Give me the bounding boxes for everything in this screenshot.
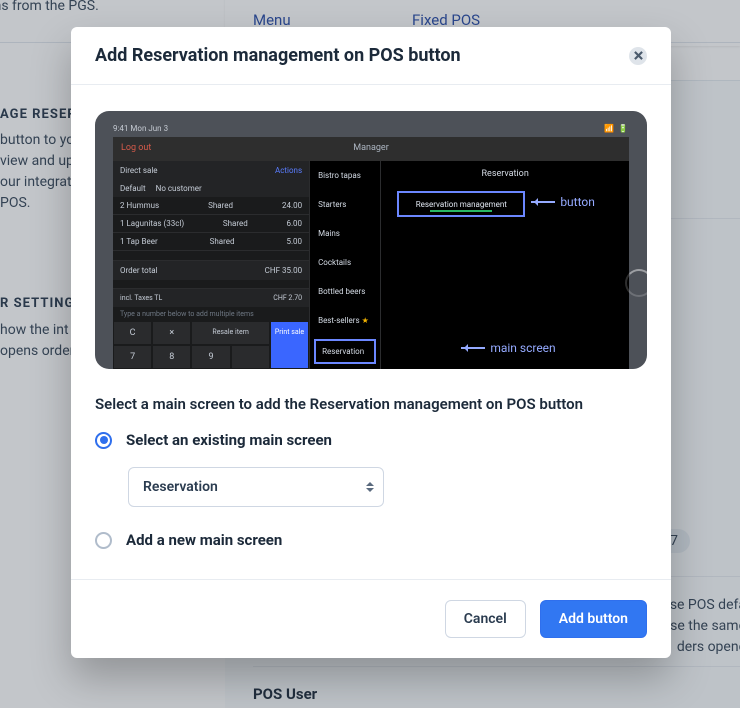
illus-label-button: button bbox=[531, 195, 595, 209]
illus-row-1: 2 Hummus bbox=[120, 201, 159, 210]
illus-pos-left: Direct sale Actions Default No customer 2 … bbox=[113, 161, 309, 369]
illus-manager: Manager bbox=[353, 143, 389, 153]
spinner-icon bbox=[625, 269, 647, 297]
illus-default: Default bbox=[120, 184, 146, 193]
pos-illustration: 9:41 Mon Jun 3 📶 🔋 Log out Manager Direc… bbox=[95, 111, 647, 369]
arrow-icon bbox=[461, 347, 485, 349]
mainscreen-select-value: Reservation bbox=[143, 479, 218, 495]
illus-actions: Actions bbox=[275, 166, 302, 175]
illus-selected-mainscreen: Reservation bbox=[314, 339, 376, 364]
illus-row-3: 1 Tap Beer bbox=[120, 237, 158, 246]
illus-pos-categories: Bistro tapas Starters Mains Cocktails Bo… bbox=[309, 161, 381, 369]
illus-time: 9:41 Mon Jun 3 bbox=[113, 124, 168, 133]
mainscreen-select[interactable]: Reservation bbox=[128, 467, 384, 507]
add-button[interactable]: Add button bbox=[540, 600, 647, 638]
modal-footer: Cancel Add button bbox=[71, 579, 671, 658]
illus-label-mainscreen: main screen bbox=[461, 341, 555, 355]
illus-logout: Log out bbox=[121, 143, 151, 153]
illus-screen-head: Reservation bbox=[381, 169, 629, 179]
illus-pos-right: Reservation Reservation management butto… bbox=[381, 161, 629, 369]
add-reservation-modal: Add Reservation management on POS button… bbox=[71, 27, 671, 658]
illus-note: Type a number below to add multiple item… bbox=[113, 307, 309, 321]
wifi-battery-icon: 📶 🔋 bbox=[604, 124, 629, 133]
mainscreen-select-wrap: Reservation bbox=[128, 467, 384, 507]
radio-new-label: Add a new main screen bbox=[126, 531, 282, 549]
radio-existing[interactable] bbox=[95, 432, 112, 449]
illus-row-2: 1 Lagunitas (33cl) bbox=[120, 219, 184, 228]
close-button[interactable] bbox=[629, 47, 647, 65]
cancel-button[interactable]: Cancel bbox=[445, 600, 526, 638]
illus-direct-sale: Direct sale bbox=[120, 166, 158, 175]
radio-existing-label: Select an existing main screen bbox=[126, 431, 332, 449]
modal-body: 9:41 Mon Jun 3 📶 🔋 Log out Manager Direc… bbox=[71, 85, 671, 579]
close-icon bbox=[634, 51, 643, 60]
radio-new[interactable] bbox=[95, 532, 112, 549]
instruction-text: Select a main screen to add the Reservat… bbox=[95, 395, 647, 413]
radio-row-existing[interactable]: Select an existing main screen bbox=[95, 431, 647, 449]
illus-mgmt-button-highlight: Reservation management bbox=[397, 191, 525, 217]
illus-total: Order total bbox=[120, 266, 158, 275]
illus-keypad: C × Resale item Print sale 7 8 9 bbox=[113, 321, 309, 369]
updown-caret-icon bbox=[366, 478, 374, 496]
modal-title: Add Reservation management on POS button bbox=[95, 45, 461, 66]
modal-header: Add Reservation management on POS button bbox=[71, 27, 671, 85]
arrow-icon bbox=[531, 201, 555, 203]
illus-no-customer: No customer bbox=[156, 184, 202, 193]
radio-row-new[interactable]: Add a new main screen bbox=[95, 531, 647, 549]
